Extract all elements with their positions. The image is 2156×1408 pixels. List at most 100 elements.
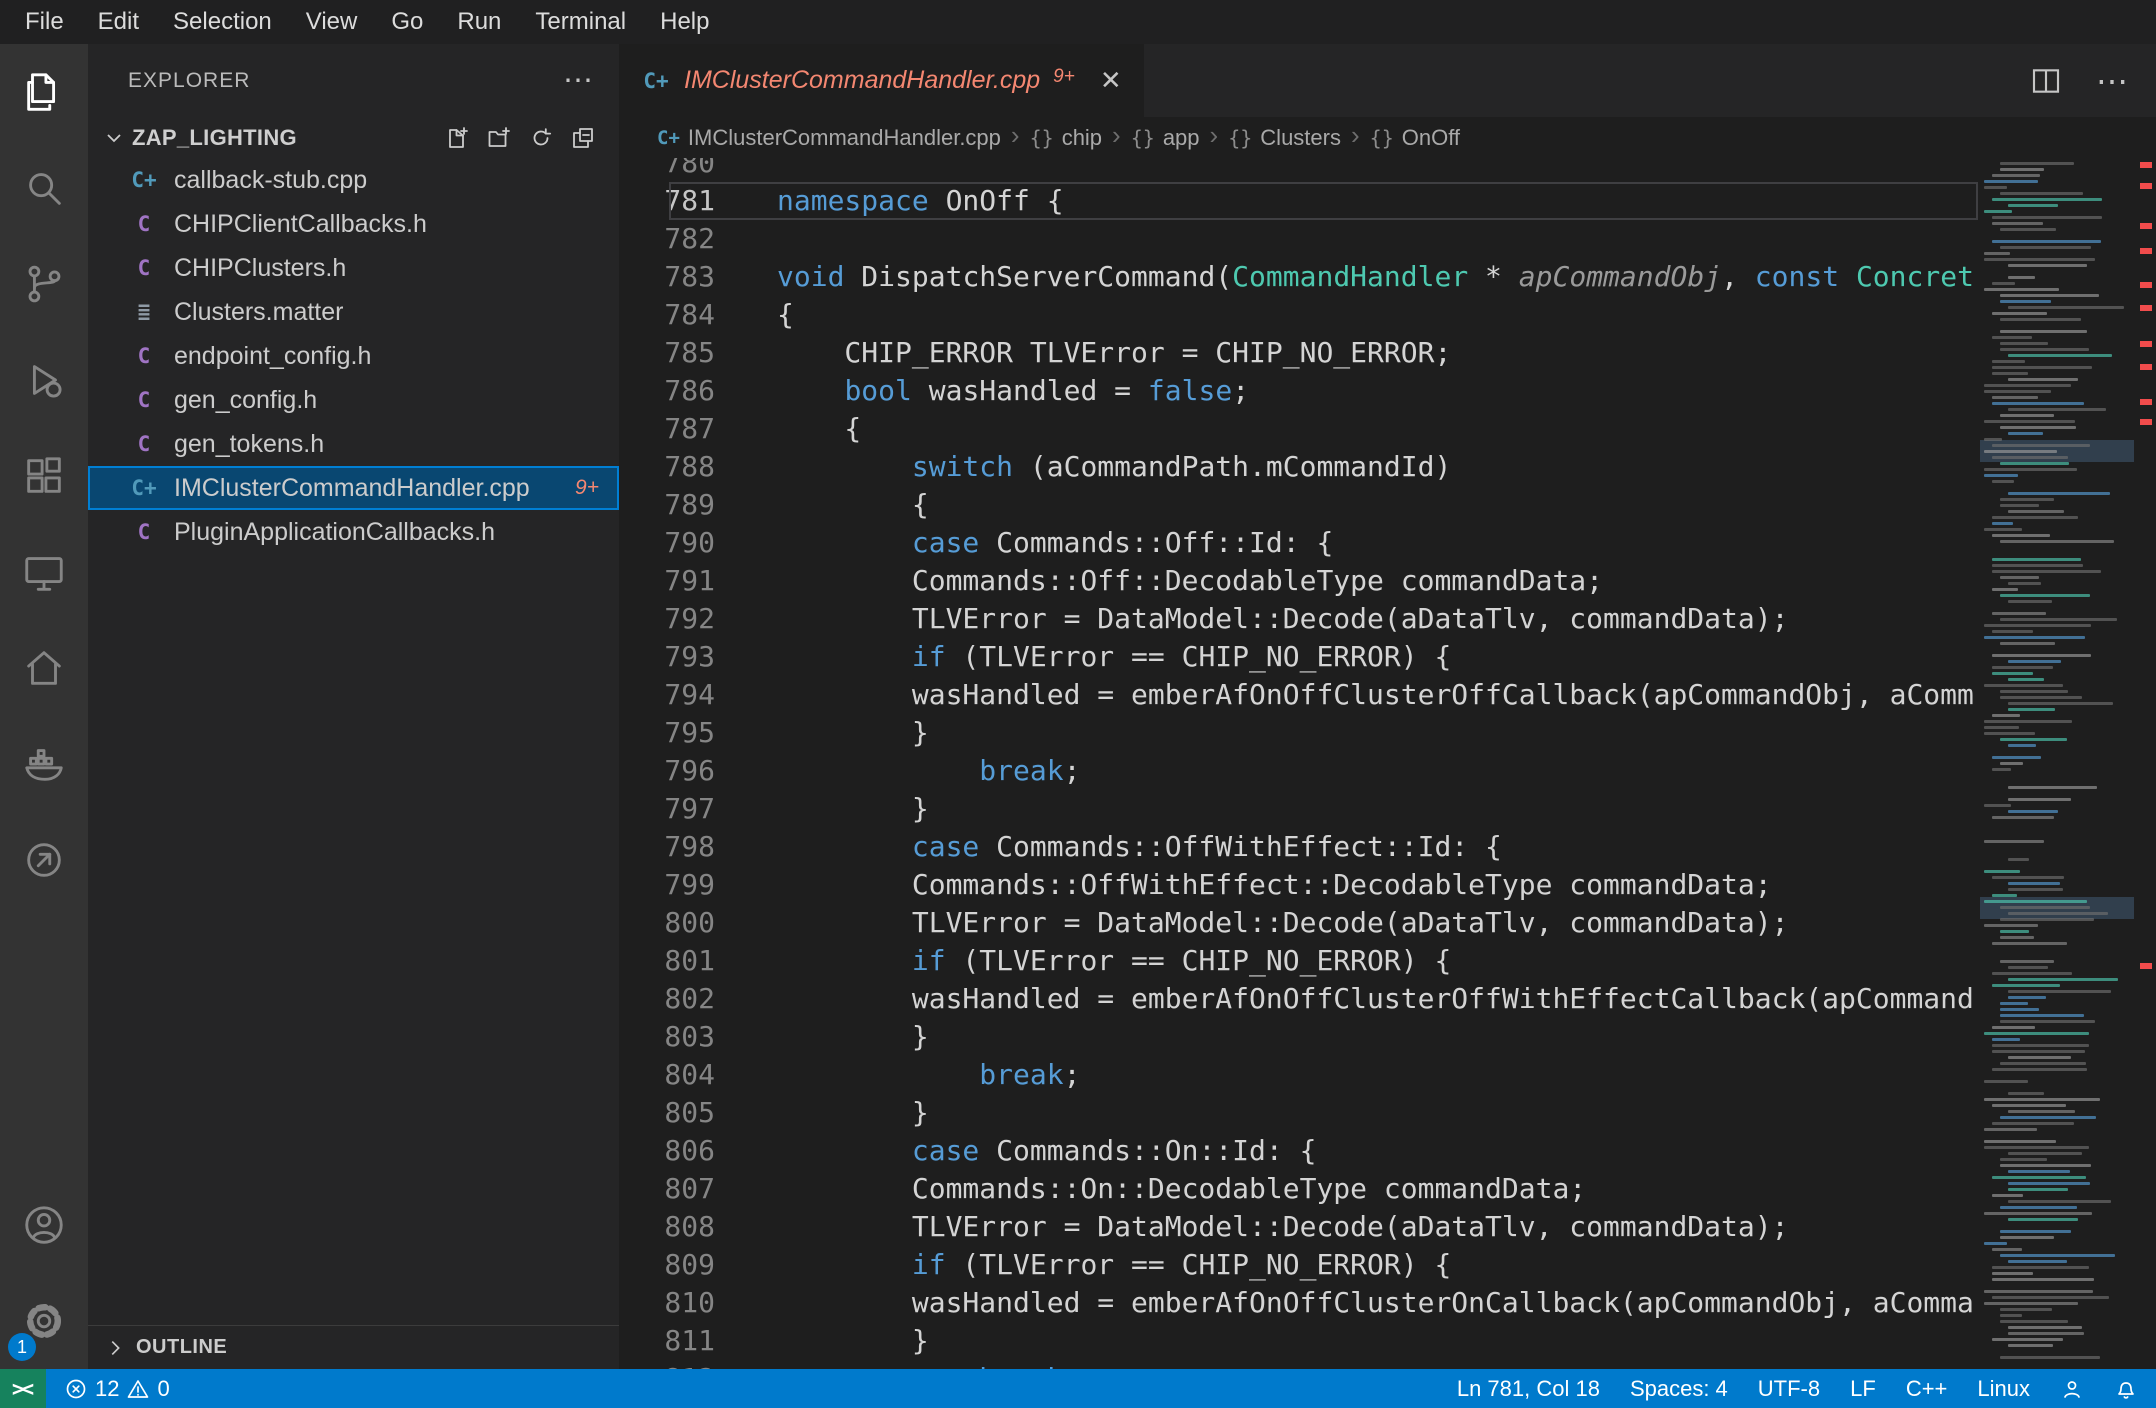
breadcrumb-chip[interactable]: {} chip bbox=[1030, 125, 1102, 151]
code-line-798[interactable]: 798 case Commands::OffWithEffect::Id: { bbox=[619, 828, 1980, 866]
code-line-793[interactable]: 793 if (TLVError == CHIP_NO_ERROR) { bbox=[619, 638, 1980, 676]
breadcrumb-clusters[interactable]: {} Clusters bbox=[1228, 125, 1341, 151]
line-number[interactable]: 807 bbox=[619, 1170, 715, 1208]
line-number[interactable]: 799 bbox=[619, 866, 715, 904]
line-number[interactable]: 798 bbox=[619, 828, 715, 866]
activity-run-debug[interactable] bbox=[0, 332, 88, 428]
file-item-PluginApplicationCallbacks.h[interactable]: C PluginApplicationCallbacks.h bbox=[88, 510, 619, 554]
close-tab-icon[interactable]: ✕ bbox=[1100, 65, 1122, 96]
line-number[interactable]: 811 bbox=[619, 1322, 715, 1360]
activity-home[interactable] bbox=[0, 620, 88, 716]
line-number[interactable]: 800 bbox=[619, 904, 715, 942]
code-line-800[interactable]: 800 TLVError = DataModel::Decode(aDataTl… bbox=[619, 904, 1980, 942]
code-line-786[interactable]: 786 bool wasHandled = false; bbox=[619, 372, 1980, 410]
code-line-791[interactable]: 791 Commands::Off::DecodableType command… bbox=[619, 562, 1980, 600]
line-number[interactable]: 810 bbox=[619, 1284, 715, 1322]
menu-item-edit[interactable]: Edit bbox=[81, 0, 156, 44]
line-number[interactable]: 793 bbox=[619, 638, 715, 676]
activity-live-share[interactable] bbox=[0, 812, 88, 908]
code-line-794[interactable]: 794 wasHandled = emberAfOnOffClusterOffC… bbox=[619, 676, 1980, 714]
line-number[interactable]: 795 bbox=[619, 714, 715, 752]
file-item-callback-stub.cpp[interactable]: C+ callback-stub.cpp bbox=[88, 158, 619, 202]
file-item-IMClusterCommandHandler.cpp[interactable]: C+ IMClusterCommandHandler.cpp 9+ bbox=[88, 466, 619, 510]
line-number[interactable]: 809 bbox=[619, 1246, 715, 1284]
activity-extensions[interactable] bbox=[0, 428, 88, 524]
folder-section-header[interactable]: ZAP_LIGHTING bbox=[88, 118, 619, 158]
code-line-783[interactable]: 783 void DispatchServerCommand(CommandHan… bbox=[619, 258, 1980, 296]
code-line-802[interactable]: 802 wasHandled = emberAfOnOffClusterOffW… bbox=[619, 980, 1980, 1018]
code-line-795[interactable]: 795 } bbox=[619, 714, 1980, 752]
code-line-780[interactable]: 780 bbox=[619, 158, 1980, 182]
problems-status[interactable]: 12 0 bbox=[46, 1369, 188, 1408]
line-number[interactable]: 804 bbox=[619, 1056, 715, 1094]
line-number[interactable]: 788 bbox=[619, 448, 715, 486]
code-line-792[interactable]: 792 TLVError = DataModel::Decode(aDataTl… bbox=[619, 600, 1980, 638]
code-line-796[interactable]: 796 break; bbox=[619, 752, 1980, 790]
line-number[interactable]: 783 bbox=[619, 258, 715, 296]
breadcrumb-imclustercommandhandler.cpp[interactable]: C+ IMClusterCommandHandler.cpp bbox=[657, 125, 1001, 151]
status-os[interactable]: Linux bbox=[1977, 1376, 2030, 1402]
code-line-790[interactable]: 790 case Commands::Off::Id: { bbox=[619, 524, 1980, 562]
split-editor-icon[interactable] bbox=[2030, 65, 2062, 97]
code-line-799[interactable]: 799 Commands::OffWithEffect::DecodableTy… bbox=[619, 866, 1980, 904]
code-line-788[interactable]: 788 switch (aCommandPath.mCommandId) bbox=[619, 448, 1980, 486]
menu-item-selection[interactable]: Selection bbox=[156, 0, 289, 44]
activity-source-control[interactable] bbox=[0, 236, 88, 332]
line-number[interactable]: 786 bbox=[619, 372, 715, 410]
code-line-782[interactable]: 782 bbox=[619, 220, 1980, 258]
code-line-787[interactable]: 787 { bbox=[619, 410, 1980, 448]
tab-imclustercommandhandler[interactable]: C+ IMClusterCommandHandler.cpp 9+ ✕ bbox=[619, 44, 1144, 117]
line-number[interactable]: 784 bbox=[619, 296, 715, 334]
status-indentation[interactable]: Spaces: 4 bbox=[1630, 1376, 1728, 1402]
explorer-more-actions-icon[interactable]: ⋯ bbox=[563, 66, 593, 96]
line-number[interactable]: 789 bbox=[619, 486, 715, 524]
file-item-CHIPClientCallbacks.h[interactable]: C CHIPClientCallbacks.h bbox=[88, 202, 619, 246]
breadcrumb-app[interactable]: {} app bbox=[1131, 125, 1200, 151]
refresh-icon[interactable] bbox=[529, 126, 553, 150]
code-line-812[interactable]: 812 break; bbox=[619, 1360, 1980, 1369]
bell-icon[interactable] bbox=[2114, 1377, 2138, 1401]
line-number[interactable]: 787 bbox=[619, 410, 715, 448]
code-line-784[interactable]: 784 { bbox=[619, 296, 1980, 334]
line-number[interactable]: 801 bbox=[619, 942, 715, 980]
line-number[interactable]: 803 bbox=[619, 1018, 715, 1056]
code-line-801[interactable]: 801 if (TLVError == CHIP_NO_ERROR) { bbox=[619, 942, 1980, 980]
code-line-804[interactable]: 804 break; bbox=[619, 1056, 1980, 1094]
code-line-810[interactable]: 810 wasHandled = emberAfOnOffClusterOnCa… bbox=[619, 1284, 1980, 1322]
activity-account[interactable] bbox=[0, 1177, 88, 1273]
status-eol[interactable]: LF bbox=[1850, 1376, 1876, 1402]
activity-search[interactable] bbox=[0, 140, 88, 236]
line-number[interactable]: 791 bbox=[619, 562, 715, 600]
breadcrumb-onoff[interactable]: {} OnOff bbox=[1370, 125, 1460, 151]
line-number[interactable]: 790 bbox=[619, 524, 715, 562]
line-number[interactable]: 802 bbox=[619, 980, 715, 1018]
line-number[interactable]: 806 bbox=[619, 1132, 715, 1170]
remote-indicator[interactable]: >< bbox=[0, 1369, 46, 1408]
code-line-785[interactable]: 785 CHIP_ERROR TLVError = CHIP_NO_ERROR; bbox=[619, 334, 1980, 372]
collapse-all-icon[interactable] bbox=[571, 126, 595, 150]
line-number[interactable]: 782 bbox=[619, 220, 715, 258]
line-number[interactable]: 780 bbox=[619, 158, 715, 182]
code-line-797[interactable]: 797 } bbox=[619, 790, 1980, 828]
feedback-icon[interactable] bbox=[2060, 1377, 2084, 1401]
activity-settings[interactable]: 1 bbox=[0, 1273, 88, 1369]
line-number[interactable]: 794 bbox=[619, 676, 715, 714]
activity-docker[interactable] bbox=[0, 716, 88, 812]
line-number[interactable]: 781 bbox=[619, 182, 715, 220]
code-line-807[interactable]: 807 Commands::On::DecodableType commandD… bbox=[619, 1170, 1980, 1208]
activity-explorer[interactable] bbox=[0, 44, 88, 140]
line-number[interactable]: 805 bbox=[619, 1094, 715, 1132]
status-language-mode[interactable]: C++ bbox=[1906, 1376, 1948, 1402]
code-line-808[interactable]: 808 TLVError = DataModel::Decode(aDataTl… bbox=[619, 1208, 1980, 1246]
code-line-805[interactable]: 805 } bbox=[619, 1094, 1980, 1132]
menu-item-view[interactable]: View bbox=[289, 0, 375, 44]
file-item-gen_config.h[interactable]: Cgen_config.h bbox=[88, 378, 619, 422]
file-item-gen_tokens.h[interactable]: Cgen_tokens.h bbox=[88, 422, 619, 466]
line-number[interactable]: 808 bbox=[619, 1208, 715, 1246]
line-number[interactable]: 796 bbox=[619, 752, 715, 790]
code-editor[interactable]: 780 781 namespace OnOff {782 783 void Dispat… bbox=[619, 158, 2156, 1369]
menu-item-terminal[interactable]: Terminal bbox=[518, 0, 643, 44]
file-item-endpoint_config.h[interactable]: Cendpoint_config.h bbox=[88, 334, 619, 378]
minimap[interactable] bbox=[1980, 158, 2134, 1369]
code-line-809[interactable]: 809 if (TLVError == CHIP_NO_ERROR) { bbox=[619, 1246, 1980, 1284]
